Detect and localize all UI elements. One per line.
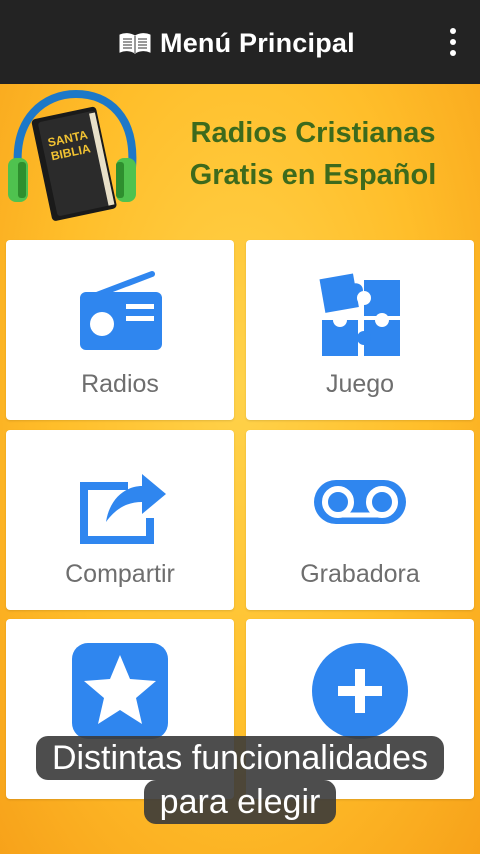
radio-icon bbox=[80, 271, 162, 350]
share-icon bbox=[80, 474, 166, 544]
app-bar: Menú Principal bbox=[0, 0, 480, 84]
star-icon bbox=[72, 643, 168, 739]
title-wrap: Menú Principal bbox=[118, 26, 355, 60]
menu-card-juego[interactable]: Juego bbox=[246, 240, 474, 420]
menu-card-compartir[interactable]: Compartir bbox=[6, 430, 234, 610]
menu-label-juego: Juego bbox=[325, 370, 395, 398]
menu-card-radios[interactable]: Radios bbox=[6, 240, 234, 420]
caption-line-1: Distintas funcionalidades bbox=[35, 736, 445, 780]
headline-line-2: Gratis en Español bbox=[189, 159, 437, 191]
caption-line-2: para elegir bbox=[143, 780, 337, 824]
open-book-icon bbox=[119, 33, 151, 54]
promo-caption: Distintas funcionalidades para elegir bbox=[0, 736, 480, 824]
page-title: Menú Principal bbox=[160, 27, 355, 58]
menu-label-grabadora: Grabadora bbox=[300, 560, 420, 588]
bible-headphones-logo: SANTA BIBLIA bbox=[8, 89, 137, 221]
menu-label-compartir: Compartir bbox=[65, 560, 175, 588]
menu-label-radios: Radios bbox=[81, 370, 159, 398]
plus-icon bbox=[312, 643, 408, 739]
menu-card-grabadora[interactable]: Grabadora bbox=[246, 430, 474, 610]
overflow-menu-icon[interactable] bbox=[448, 28, 458, 56]
headline-line-1: Radios Cristianas bbox=[190, 117, 436, 149]
voicemail-icon bbox=[314, 480, 406, 524]
puzzle-icon bbox=[319, 273, 400, 356]
banner: SANTA BIBLIA Radios Cristianas Gratis en… bbox=[0, 84, 480, 234]
headline: Radios Cristianas Gratis en Español bbox=[152, 112, 474, 196]
